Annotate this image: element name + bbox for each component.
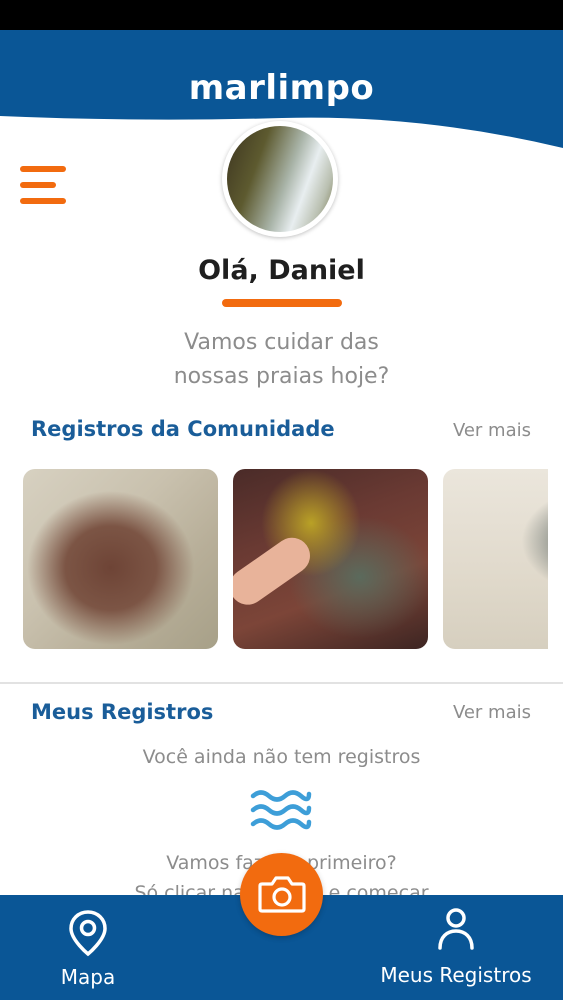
- empty-records-text: Você ainda não tem registros: [142, 746, 421, 768]
- subtitle-line-2: nossas praias hoje?: [173, 364, 390, 389]
- section-divider: [0, 682, 563, 684]
- nav-item-map[interactable]: Mapa: [28, 895, 148, 1000]
- greeting: Olá, Daniel: [198, 255, 365, 286]
- community-photo-2[interactable]: [233, 469, 428, 649]
- avatar-photo: [227, 126, 333, 232]
- my-records-section-title: Meus Registros: [31, 700, 214, 724]
- menu-bar-top: [20, 166, 66, 172]
- map-pin-icon: [69, 910, 107, 957]
- status-bar: [0, 0, 563, 30]
- nav-label-map: Mapa: [60, 965, 116, 989]
- nav-label-my-records: Meus Registros: [380, 963, 532, 987]
- community-see-more-link[interactable]: Ver mais: [453, 420, 531, 441]
- app-logo: marlimpo: [188, 68, 375, 108]
- community-photo-list: [0, 469, 548, 649]
- greeting-underline: [222, 299, 342, 307]
- finger-shape: [233, 530, 318, 612]
- my-records-see-more-link[interactable]: Ver mais: [453, 702, 531, 723]
- menu-bar-bottom: [20, 198, 66, 204]
- avatar[interactable]: [222, 121, 338, 237]
- camera-button[interactable]: [240, 853, 323, 936]
- nav-item-my-records[interactable]: Meus Registros: [370, 895, 542, 1000]
- community-section-title: Registros da Comunidade: [31, 417, 335, 441]
- community-photo-1[interactable]: [23, 469, 218, 649]
- user-icon: [438, 908, 474, 950]
- menu-bar-middle: [20, 182, 56, 188]
- camera-icon: [258, 876, 306, 913]
- subtitle-line-1: Vamos cuidar das: [184, 330, 379, 355]
- subtitle: Vamos cuidar das nossas praias hoje?: [0, 326, 563, 394]
- menu-button[interactable]: [20, 166, 66, 206]
- community-photo-3[interactable]: [443, 469, 548, 649]
- waves-icon: [250, 790, 312, 830]
